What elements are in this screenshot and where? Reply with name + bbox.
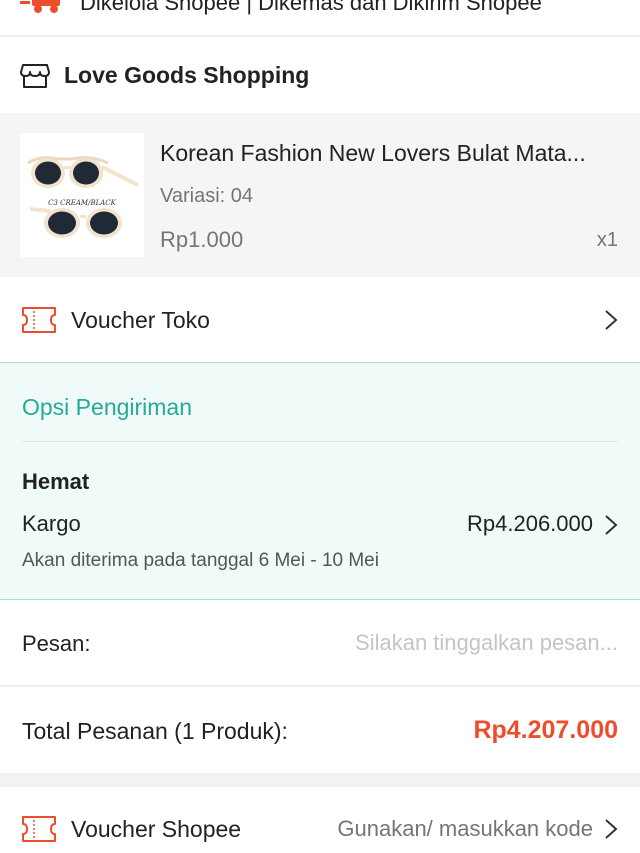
order-total-row: Total Pesanan (1 Produk): Rp4.207.000	[0, 687, 640, 773]
shipping-divider	[22, 441, 618, 442]
ticket-icon	[22, 307, 56, 333]
voucher-toko-label: Voucher Toko	[71, 307, 210, 333]
order-total-label: Total Pesanan (1 Produk):	[22, 718, 288, 744]
message-label: Pesan:	[22, 631, 91, 656]
product-image-caption: C3 CREAM/BLACK	[48, 199, 117, 207]
chevron-right-icon	[605, 819, 618, 839]
shop-name: Love Goods Shopping	[64, 62, 310, 88]
order-total-value: Rp4.207.000	[473, 716, 618, 744]
product-item[interactable]: C3 CREAM/BLACK Korean Fashion New Lovers…	[0, 113, 640, 277]
checkout-page: Dikelola Shopee | Dikemas dan Dikirim Sh…	[0, 0, 640, 853]
shop-header[interactable]: Love Goods Shopping	[0, 37, 640, 113]
shipping-price: Rp4.206.000	[467, 511, 593, 536]
store-icon	[20, 64, 50, 88]
chevron-right-icon	[605, 310, 618, 330]
message-row: Pesan:	[0, 600, 640, 686]
product-price: Rp1.000	[160, 227, 244, 252]
message-input[interactable]	[238, 624, 618, 662]
product-image: C3 CREAM/BLACK	[20, 133, 144, 257]
voucher-shopee-hint: Gunakan/ masukkan kode	[337, 816, 593, 841]
voucher-toko-row[interactable]: Voucher Toko	[0, 277, 640, 362]
product-variant: Variasi: 04	[160, 185, 254, 207]
chevron-right-icon	[605, 515, 618, 535]
voucher-shopee-label: Voucher Shopee	[71, 816, 242, 842]
truck-icon	[20, 0, 60, 13]
shipping-options-title: Opsi Pengiriman	[22, 394, 193, 420]
shipping-courier: Kargo	[22, 511, 81, 536]
product-name: Korean Fashion New Lovers Bulat Mata...	[160, 140, 586, 166]
product-quantity: x1	[596, 229, 618, 251]
managed-by-shopee-banner: Dikelola Shopee | Dikemas dan Dikirim Sh…	[0, 0, 640, 36]
shipping-options[interactable]: Opsi Pengiriman Hemat Kargo Rp4.206.000 …	[0, 362, 640, 600]
voucher-shopee-row[interactable]: Voucher Shopee Gunakan/ masukkan kode	[0, 787, 640, 853]
managed-by-shopee-text: Dikelola Shopee | Dikemas dan Dikirim Sh…	[80, 0, 542, 15]
ticket-icon	[22, 816, 56, 842]
shipping-type: Hemat	[22, 469, 90, 494]
shipping-eta: Akan diterima pada tanggal 6 Mei - 10 Me…	[22, 550, 379, 571]
